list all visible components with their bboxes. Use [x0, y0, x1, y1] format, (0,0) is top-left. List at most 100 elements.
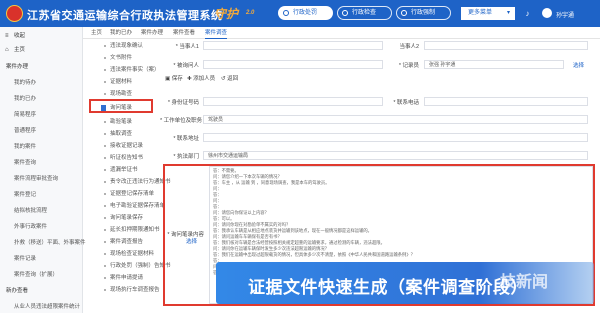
recorder-select-link[interactable]: 选择: [573, 61, 584, 69]
sidebar-item[interactable]: 结拟核批流程: [0, 205, 82, 217]
sidebar-item-label: 外事行政案件: [14, 224, 48, 230]
sidebar-item-label: 我的已办: [14, 96, 37, 102]
nav-penalty[interactable]: 行政处罚: [278, 6, 333, 20]
save-button[interactable]: ▣ 保存: [165, 74, 183, 84]
more-menu-label: 更多菜单: [468, 10, 493, 16]
sidebar-item-label: 结拟核批流程: [14, 208, 48, 214]
list-item[interactable]: 现场检查证据材料: [86, 248, 160, 260]
nav-enforcement[interactable]: 行政强制: [396, 6, 451, 20]
search-icon: [342, 10, 348, 16]
sidebar-item[interactable]: 我的待办: [0, 77, 82, 89]
sidebar-item-label: 普通程序: [14, 128, 37, 134]
back-icon: ↺: [221, 76, 226, 82]
tab-case-investigation[interactable]: 案件调查: [205, 28, 228, 39]
sidebar-item-label: 案件记录: [14, 256, 37, 262]
list-item[interactable]: 询问笔录保存: [86, 212, 160, 224]
list-item[interactable]: 证据登记保存清单: [86, 188, 160, 200]
notes-select-link[interactable]: 选择: [186, 237, 197, 245]
party1-field[interactable]: [203, 41, 383, 50]
nav-penalty-label: 行政处罚: [293, 10, 318, 16]
sidebar-collapse[interactable]: ≡ 收起: [0, 30, 82, 42]
list-item[interactable]: 违法现象确认: [86, 40, 160, 52]
chevron-down-icon: ▾: [506, 10, 510, 16]
list-item[interactable]: 案件调查报告: [86, 236, 160, 248]
lock-icon: [401, 10, 407, 16]
watermark: 技新闻: [500, 274, 549, 291]
list-item[interactable]: 违法案件事实（案）: [86, 64, 160, 76]
tab-bar: 主页 我的已办 案件办理 案件查看 案件调查: [83, 27, 600, 39]
avatar[interactable]: [542, 8, 552, 18]
sidebar-item[interactable]: 从业人员违法超限案件统计: [0, 301, 82, 313]
phone-label: * 联系电话: [393, 100, 419, 106]
list-item[interactable]: 现场执行车调查报告: [86, 284, 160, 296]
highlight-frame: [89, 99, 153, 113]
return-button[interactable]: ↺ 返回: [221, 74, 238, 84]
sidebar-item[interactable]: 案件流程审批查询: [0, 173, 82, 185]
id-field[interactable]: [203, 97, 383, 106]
dept-field[interactable]: 徐州市交通运输局: [203, 151, 588, 160]
sidebar-item-label: 收起: [14, 33, 26, 39]
sidebar-item[interactable]: 案件记录: [0, 253, 82, 265]
gavel-icon: [283, 10, 289, 16]
sidebar-item-label: 案件查询: [14, 160, 37, 166]
nav-enforcement-label: 行政强制: [411, 10, 436, 16]
party1-label: * 当事人1: [175, 44, 199, 50]
list-item[interactable]: 电子勘验证据保存清单: [86, 200, 165, 212]
tab-case-view[interactable]: 案件查看: [173, 28, 195, 38]
add-person-button[interactable]: ✚ 添加人员: [187, 74, 215, 84]
top-header: 江苏省交通运输综合行政执法管理系统 守护 2.0 行政处罚 行政检查 行政强制 …: [0, 0, 600, 27]
tab-case-handling[interactable]: 案件办理: [141, 28, 163, 38]
sidebar-item[interactable]: 我的案件: [0, 141, 82, 153]
sidebar-item[interactable]: 简易程序: [0, 109, 82, 121]
party2-field[interactable]: [424, 41, 588, 50]
recorder-label: * 记录员: [398, 63, 419, 69]
list-item[interactable]: 责令改正违法行为通知书: [86, 176, 171, 188]
user-name[interactable]: 孙宇通: [556, 10, 574, 19]
list-item[interactable]: 延长扣押期限通知书: [86, 224, 160, 236]
sidebar-item[interactable]: 扑救（移送）平面、外事案件: [0, 237, 86, 249]
address-label: * 联系地址: [173, 136, 199, 142]
note-line: 答：车主 ，从 运输 到 ，同意现场调查，我是本车的驾驶员。: [213, 180, 330, 185]
sidebar-item-label: 我的待办: [14, 80, 37, 86]
sidebar-item-label: 案件办理: [6, 64, 29, 70]
more-menu-button[interactable]: 更多菜单 ▾: [461, 7, 515, 20]
sidebar-item-label: 新办查看: [6, 288, 29, 294]
sidebar-item[interactable]: 我的已办: [0, 93, 82, 105]
sidebar-item[interactable]: 案件查询: [0, 157, 82, 169]
sidebar-item[interactable]: 外事行政案件: [0, 221, 82, 233]
inquirer-field[interactable]: [203, 60, 383, 69]
list-item[interactable]: 证据材料: [86, 76, 160, 88]
sidebar-item[interactable]: 案件登记: [0, 189, 82, 201]
nav-inspection-label: 行政检查: [352, 10, 377, 16]
sidebar-item[interactable]: 普通程序: [0, 125, 82, 137]
sidebar-item[interactable]: 案件查询（扩展）: [0, 269, 82, 281]
sidebar-group-case[interactable]: 案件办理: [0, 61, 82, 73]
nav-inspection[interactable]: 行政检查: [337, 6, 392, 20]
list-item[interactable]: 勘验笔录: [86, 116, 160, 128]
sidebar-item-home[interactable]: ⌂ 主页: [0, 44, 82, 56]
list-item[interactable]: 案件申请提请: [86, 272, 160, 284]
emblem-logo: [6, 5, 23, 22]
tab-home[interactable]: 主页: [91, 28, 102, 38]
phone-field[interactable]: [424, 97, 588, 106]
recorder-field[interactable]: 张强 孙宇通: [424, 60, 564, 69]
bell-icon[interactable]: ♪: [523, 9, 532, 18]
tab-my-done[interactable]: 我的已办: [110, 28, 132, 38]
document-menu: 违法现象确认 文书附件 违法案件事实（案） 证据材料 现场勘查 询问笔录 勘验笔…: [86, 40, 171, 313]
list-item[interactable]: 听证权告知书: [86, 152, 160, 164]
sidebar-group-new[interactable]: 新办查看: [0, 285, 82, 297]
note-line: 答：我们在运输中出现过超限载货的情况，但具体多少次不清楚，依照《中华人民共和国道…: [213, 252, 415, 257]
sidebar-item-label: 案件登记: [14, 192, 37, 198]
list-item[interactable]: 行政处罚（强制）告知书: [86, 260, 171, 272]
list-item[interactable]: 接收证据记录: [86, 140, 160, 152]
workplace-label: * 工作单位及职务: [160, 118, 203, 124]
save-icon: ▣: [165, 76, 171, 82]
sidebar-item-label: 案件流程审批查询: [14, 176, 59, 182]
menu-icon: ≡: [5, 33, 9, 39]
list-item[interactable]: 文书附件: [86, 52, 160, 64]
address-field[interactable]: [203, 133, 588, 142]
list-item[interactable]: 遗漏举证书: [86, 164, 160, 176]
add-user-icon: ✚: [187, 76, 192, 82]
list-item[interactable]: 抽取调查: [86, 128, 160, 140]
workplace-field[interactable]: 驾驶员: [203, 115, 588, 124]
